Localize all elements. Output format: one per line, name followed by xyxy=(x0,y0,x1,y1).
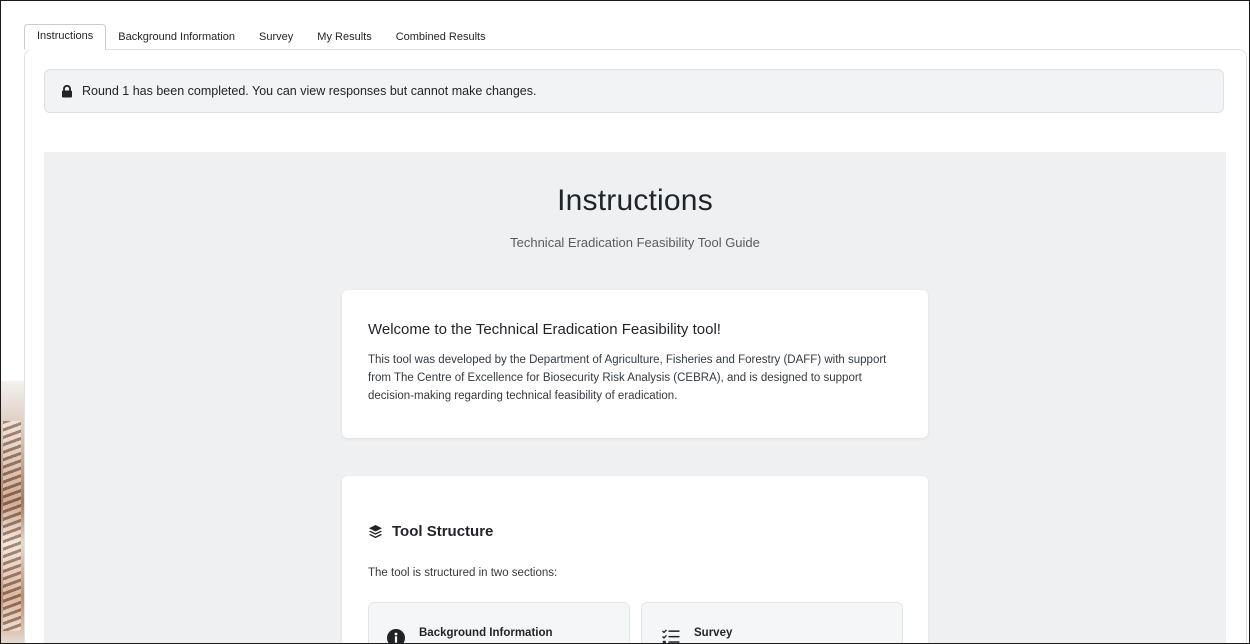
app-window: Instructions Background Information Surv… xyxy=(0,0,1250,644)
background-information-label: Background Information xyxy=(419,627,553,639)
list-check-icon xyxy=(662,629,680,643)
tab-combined-results[interactable]: Combined Results xyxy=(384,26,498,50)
tab-instructions[interactable]: Instructions xyxy=(24,24,107,50)
tool-structure-intro: The tool is structured in two sections: xyxy=(368,567,558,579)
info-circle-icon xyxy=(387,629,405,643)
lock-icon xyxy=(61,84,73,98)
alert-text: Round 1 has been completed. You can view… xyxy=(82,84,537,98)
survey-label: Survey xyxy=(694,627,733,639)
survey-section-card: Survey xyxy=(641,602,903,643)
welcome-card: Welcome to the Technical Eradication Fea… xyxy=(342,290,928,438)
welcome-body: This tool was developed by the Departmen… xyxy=(368,354,887,402)
background-information-section-card: Background Information xyxy=(368,602,630,643)
tab-bar: Instructions Background Information Surv… xyxy=(24,24,498,50)
tool-structure-card: Tool Structure The tool is structured in… xyxy=(342,476,928,643)
welcome-heading: Welcome to the Technical Eradication Fea… xyxy=(368,321,721,338)
background-image-texture xyxy=(3,421,21,631)
tab-my-results[interactable]: My Results xyxy=(305,26,383,50)
layers-icon xyxy=(368,524,383,539)
page-title: Instructions xyxy=(557,184,713,217)
tool-structure-heading: Tool Structure xyxy=(368,523,493,540)
tool-structure-title-text: Tool Structure xyxy=(392,523,494,540)
tab-background-information[interactable]: Background Information xyxy=(106,26,247,50)
round-completed-alert: Round 1 has been completed. You can view… xyxy=(44,69,1224,113)
page-subtitle: Technical Eradication Feasibility Tool G… xyxy=(510,235,760,250)
tab-survey[interactable]: Survey xyxy=(247,26,305,50)
